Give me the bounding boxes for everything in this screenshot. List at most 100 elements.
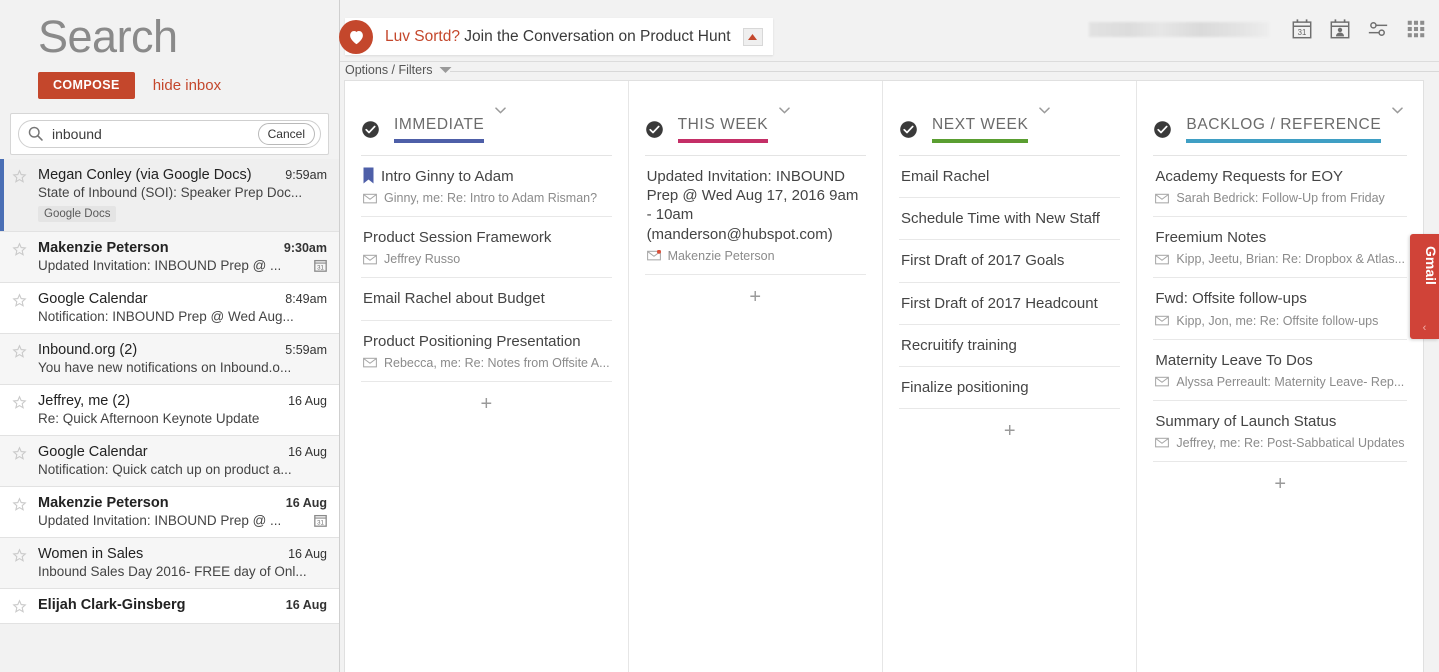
star-cell[interactable] [12,597,38,614]
star-icon[interactable] [12,293,27,308]
add-card-button[interactable]: + [899,409,1120,453]
task-card[interactable]: Product Session FrameworkJeffrey Russo [361,217,612,278]
star-icon[interactable] [12,242,27,257]
compose-button[interactable]: COMPOSE [38,72,135,99]
card-title: Updated Invitation: INBOUND Prep @ Wed A… [647,167,864,244]
card-subtitle: Alyssa Perreault: Maternity Leave- Rep..… [1176,375,1404,389]
task-card[interactable]: Intro Ginny to AdamGinny, me: Re: Intro … [361,156,612,217]
task-card[interactable]: First Draft of 2017 Goals [899,240,1120,282]
gmail-side-tab[interactable]: Gmail ‹ [1410,234,1439,339]
collapse-triangle-icon[interactable] [743,28,763,46]
task-card[interactable]: Updated Invitation: INBOUND Prep @ Wed A… [645,156,866,275]
search-cancel-button[interactable]: Cancel [258,123,315,145]
column-header: NEXT WEEK [899,81,1120,155]
task-card[interactable]: Academy Requests for EOYSarah Bedrick: F… [1153,156,1407,217]
task-card[interactable]: Recruitify training [899,325,1120,367]
gmail-side-tab-label: Gmail [1410,246,1439,285]
mail-list-item[interactable]: Google Calendar16 AugNotification: Quick… [0,436,339,487]
add-card-button[interactable]: + [1153,462,1407,506]
heart-icon [339,20,373,54]
star-icon[interactable] [12,395,27,410]
mail-sender: Inbound.org (2) [38,342,277,358]
star-cell[interactable] [12,342,38,375]
svg-text:31: 31 [317,264,324,271]
mail-item-header: Google Calendar16 Aug [38,444,327,460]
card-subtitle-row: Kipp, Jon, me: Re: Offsite follow-ups [1155,314,1405,328]
search-input[interactable] [44,126,258,142]
star-icon[interactable] [12,169,27,184]
task-card[interactable]: First Draft of 2017 Headcount [899,283,1120,325]
mail-list-item[interactable]: Jeffrey, me (2)16 AugRe: Quick Afternoon… [0,385,339,436]
mail-list-item[interactable]: Google Calendar8:49amNotification: INBOU… [0,283,339,334]
mail-subject: Re: Quick Afternoon Keynote Update [38,411,327,426]
chevron-down-icon[interactable] [779,107,790,114]
mail-item-header: Makenzie Peterson9:30am [38,240,327,256]
task-card[interactable]: Fwd: Offsite follow-upsKipp, Jon, me: Re… [1153,278,1407,339]
column-accent-underline [1186,139,1381,143]
star-cell[interactable] [12,291,38,324]
check-circle-icon[interactable] [899,120,918,139]
hide-inbox-link[interactable]: hide inbox [153,77,221,94]
search-field[interactable]: Cancel [18,120,321,148]
options-filters-toggle[interactable]: Options / Filters [345,63,452,77]
mail-item-header: Megan Conley (via Google Docs)9:59am [38,167,327,183]
task-card[interactable]: Email Rachel about Budget [361,278,612,320]
contacts-calendar-icon[interactable] [1329,18,1351,40]
task-card[interactable]: Maternity Leave To DosAlyssa Perreault: … [1153,340,1407,401]
star-icon[interactable] [12,497,27,512]
star-cell[interactable] [12,393,38,426]
envelope-icon [363,254,377,265]
envelope-icon [1155,254,1169,265]
star-cell[interactable] [12,495,38,528]
envelope-icon [1155,376,1169,387]
kanban-board: IMMEDIATEIntro Ginny to AdamGinny, me: R… [344,80,1424,672]
chevron-down-icon[interactable] [1039,107,1050,114]
promo-banner-text: Luv Sortd? Join the Conversation on Prod… [385,28,731,46]
card-title-row: Summary of Launch Status [1155,412,1405,431]
add-card-button[interactable]: + [361,382,612,426]
chevron-down-icon[interactable] [495,107,506,114]
task-card[interactable]: Schedule Time with New Staff [899,198,1120,240]
task-card[interactable]: Summary of Launch StatusJeffrey, me: Re:… [1153,401,1407,462]
star-icon[interactable] [12,599,27,614]
check-circle-icon[interactable] [645,120,664,139]
calendar-icon[interactable]: 31 [1291,18,1313,40]
star-icon[interactable] [12,548,27,563]
promo-banner[interactable]: Luv Sortd? Join the Conversation on Prod… [345,18,773,55]
star-icon[interactable] [12,344,27,359]
mail-list-item[interactable]: Inbound.org (2)5:59amYou have new notifi… [0,334,339,385]
star-icon[interactable] [12,446,27,461]
check-circle-icon[interactable] [361,120,380,139]
settings-sliders-icon[interactable] [1367,18,1389,40]
mail-sender: Elijah Clark-Ginsberg [38,597,278,613]
mail-list-item[interactable]: Women in Sales16 AugInbound Sales Day 20… [0,538,339,589]
mail-list-item[interactable]: Makenzie Peterson16 AugUpdated Invitatio… [0,487,339,538]
mail-sender: Women in Sales [38,546,280,562]
mail-list-item[interactable]: Elijah Clark-Ginsberg16 Aug [0,589,339,624]
card-title: Finalize positioning [901,378,1118,397]
task-card[interactable]: Finalize positioning [899,367,1120,409]
column-title: THIS WEEK [678,116,769,134]
board-column-backlog-reference: BACKLOG / REFERENCEAcademy Requests for … [1137,81,1423,672]
apps-grid-icon[interactable] [1405,18,1427,40]
star-cell[interactable] [12,240,38,273]
mail-list-item[interactable]: Megan Conley (via Google Docs)9:59amStat… [0,159,339,232]
star-cell[interactable] [12,444,38,477]
mail-list-item[interactable]: Makenzie Peterson9:30amUpdated Invitatio… [0,232,339,283]
star-cell[interactable] [12,546,38,579]
mail-item-subject-row: Notification: INBOUND Prep @ Wed Aug... [38,309,327,324]
task-card[interactable]: Product Positioning PresentationRebecca,… [361,321,612,382]
task-card[interactable]: Email Rachel [899,156,1120,198]
star-cell[interactable] [12,167,38,222]
add-card-button[interactable]: + [645,275,866,319]
check-circle-icon[interactable] [1153,120,1172,139]
chevron-down-icon[interactable] [1392,107,1403,114]
redacted-account-bar [1089,22,1269,37]
card-title-row: Intro Ginny to Adam [363,167,610,186]
task-card[interactable]: Freemium NotesKipp, Jeetu, Brian: Re: Dr… [1153,217,1407,278]
bookmark-flag-icon [363,167,374,184]
mail-item-header: Makenzie Peterson16 Aug [38,495,327,511]
envelope-icon [1155,437,1169,448]
card-subtitle-row: Sarah Bedrick: Follow-Up from Friday [1155,191,1405,205]
svg-text:31: 31 [317,519,324,526]
